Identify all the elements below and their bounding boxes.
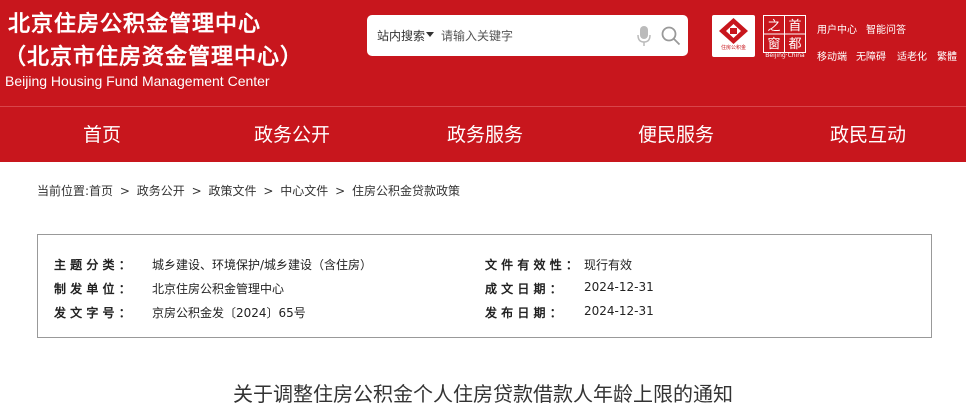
breadcrumb-item-loan-policy[interactable]: 住房公积金贷款政策 bbox=[352, 184, 460, 198]
logo2-char: 首 bbox=[788, 19, 801, 34]
breadcrumb-prefix: 当前位置: bbox=[37, 184, 90, 198]
breadcrumb-separator: > bbox=[119, 184, 130, 198]
written-date-label: 成 文 日 期 ： bbox=[485, 282, 562, 296]
search-scope-select[interactable]: 站内搜索 bbox=[377, 27, 425, 44]
category-label: 主 题 分 类 ： bbox=[54, 258, 131, 272]
document-info-table: 主 题 分 类 ： 城乡建设、环境保护/城乡建设（含住房） 制 发 单 位 ： … bbox=[37, 234, 932, 338]
logo2-char: 之 bbox=[767, 19, 780, 34]
accessibility-link[interactable]: 无障碍 bbox=[856, 48, 886, 63]
validity-label: 文 件 有 效 性 ： bbox=[485, 258, 578, 272]
category-value: 城乡建设、环境保护/城乡建设（含住房） bbox=[152, 258, 373, 272]
logo2-char: 都 bbox=[788, 37, 801, 52]
user-center-link[interactable]: 用户中心 bbox=[817, 21, 857, 36]
breadcrumb-separator: > bbox=[191, 184, 202, 198]
issuer-value: 北京住房公积金管理中心 bbox=[152, 282, 285, 296]
breadcrumb-item-center-documents[interactable]: 中心文件 bbox=[280, 184, 328, 198]
housing-fund-emblem-icon bbox=[719, 18, 748, 44]
document-number-value: 京房公积金发〔2024〕65号 bbox=[152, 306, 306, 320]
site-header: 北京住房公积金管理中心 （北京市住房资金管理中心） Beijing Housin… bbox=[0, 0, 966, 106]
issuer-label: 制 发 单 位 ： bbox=[54, 282, 131, 296]
search-icon[interactable] bbox=[661, 26, 681, 46]
publish-date-value: 2024-12-31 bbox=[584, 304, 654, 318]
mobile-link[interactable]: 移动端 bbox=[817, 48, 847, 63]
nav-item-government-services[interactable]: 政务服务 bbox=[447, 107, 523, 163]
nav-item-public-services[interactable]: 便民服务 bbox=[638, 107, 714, 163]
capital-window-logo-text: Beijing·China bbox=[765, 52, 805, 59]
breadcrumb-item-policy-documents[interactable]: 政策文件 bbox=[209, 184, 257, 198]
logo2-char: 窗 bbox=[767, 36, 780, 52]
breadcrumb-item-home[interactable]: 首页 bbox=[89, 184, 113, 198]
document-title: 关于调整住房公积金个人住房贷款借款人年龄上限的通知 bbox=[233, 382, 733, 406]
chevron-down-icon[interactable] bbox=[426, 32, 434, 37]
breadcrumb-item-government-affairs[interactable]: 政务公开 bbox=[137, 184, 185, 198]
elderly-mode-link[interactable]: 适老化 bbox=[897, 48, 927, 63]
site-title[interactable]: 北京住房公积金管理中心 bbox=[8, 6, 261, 38]
breadcrumb-separator: > bbox=[263, 184, 274, 198]
document-number-label: 发 文 字 号 ： bbox=[54, 306, 131, 320]
nav-item-government-affairs[interactable]: 政务公开 bbox=[254, 107, 330, 163]
nav-item-home[interactable]: 首页 bbox=[83, 107, 121, 163]
traditional-chinese-link[interactable]: 繁體 bbox=[937, 48, 957, 63]
main-nav: 首页 政务公开 政务服务 便民服务 政民互动 bbox=[0, 106, 966, 162]
validity-value: 现行有效 bbox=[584, 258, 633, 272]
site-title-alt[interactable]: （北京市住房资金管理中心） bbox=[4, 39, 303, 71]
breadcrumb-separator: > bbox=[335, 184, 346, 198]
nav-item-interaction[interactable]: 政民互动 bbox=[830, 107, 906, 163]
written-date-value: 2024-12-31 bbox=[584, 280, 654, 294]
site-subtitle: Beijing Housing Fund Management Center bbox=[5, 73, 270, 89]
search-input[interactable] bbox=[441, 23, 621, 48]
search-box: 站内搜索 bbox=[367, 15, 688, 56]
breadcrumb: 当前位置:首页 > 政务公开 > 政策文件 > 中心文件 > 住房公积金贷款政策 bbox=[37, 182, 460, 199]
smart-qa-link[interactable]: 智能问答 bbox=[866, 21, 906, 36]
microphone-icon[interactable] bbox=[637, 25, 651, 47]
publish-date-label: 发 布 日 期 ： bbox=[485, 306, 562, 320]
housing-fund-logo-text: 住房公积金 bbox=[720, 45, 746, 51]
